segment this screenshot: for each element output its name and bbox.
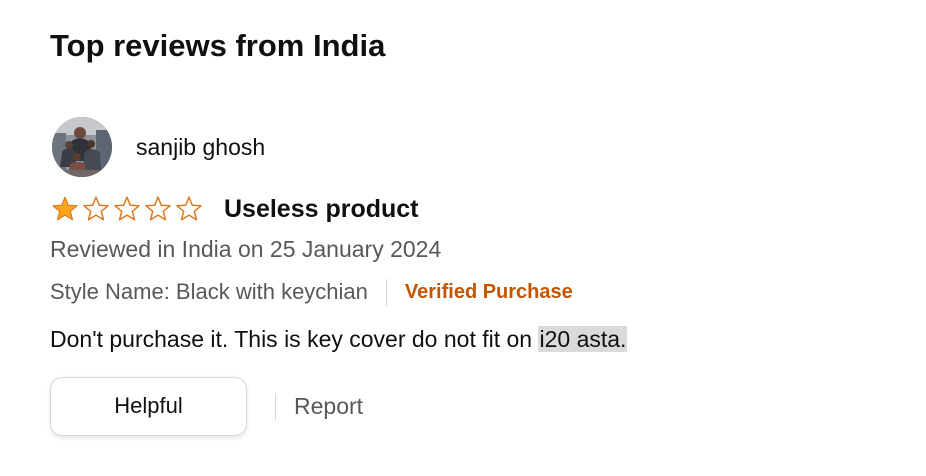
selected-text-highlight: i20 asta.: [538, 326, 628, 352]
reviewer-name[interactable]: sanjib ghosh: [136, 132, 265, 162]
action-divider: [275, 392, 276, 420]
avatar[interactable]: [52, 117, 112, 177]
empty-star-icon: [81, 194, 111, 224]
empty-star-icon: [143, 194, 173, 224]
verified-purchase-badge: Verified Purchase: [404, 281, 573, 303]
review-actions: Helpful Report: [50, 375, 363, 437]
filled-star-icon: [50, 194, 80, 224]
review-body: Don't purchase it. This is key cover do …: [50, 320, 628, 358]
metadata-divider: [385, 278, 387, 306]
reviewer-profile[interactable]: sanjib ghosh: [52, 116, 265, 178]
helpful-button[interactable]: Helpful: [50, 376, 247, 436]
review-metadata: Style Name: Black with keychian Verified…: [50, 275, 573, 309]
style-name: Style Name: Black with keychian: [50, 279, 368, 304]
review-title[interactable]: Useless product: [224, 193, 419, 225]
empty-star-icon: [112, 194, 142, 224]
report-link[interactable]: Report: [294, 391, 363, 421]
star-rating: [50, 194, 204, 224]
review-date: Reviewed in India on 25 January 2024: [50, 236, 442, 262]
empty-star-icon: [174, 194, 204, 224]
review-body-text: Don't purchase it. This is key cover do …: [50, 326, 539, 352]
section-title: Top reviews from India: [50, 28, 386, 63]
rating-row: Useless product: [50, 192, 419, 226]
